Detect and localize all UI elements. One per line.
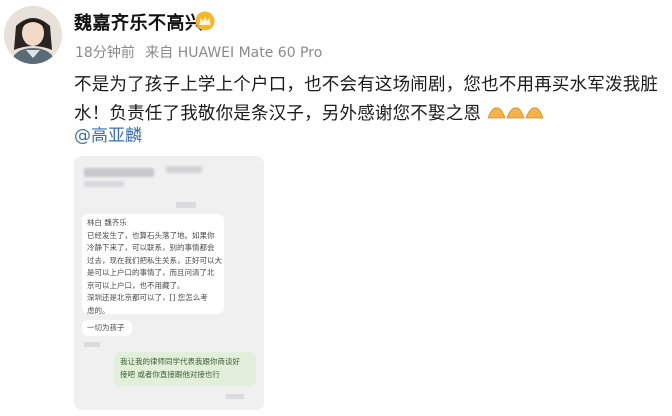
avatar[interactable] — [4, 6, 62, 64]
chat-bubble: 林白 魏齐乐 已经发生了，也算石头落了地。如果你 冷静下来了，可以联系，别的事情… — [82, 214, 224, 315]
redacted-header — [84, 181, 124, 187]
chat-message: 我让我的律师同学代表我跟你商谈好 接吧 或者你直接跟他对接也行 — [120, 357, 240, 379]
mention-link[interactable]: @高亚麟 — [74, 121, 142, 146]
read-receipt — [226, 394, 244, 399]
chat-bubble: 一切为孩子 — [82, 320, 132, 336]
chat-screenshot-image[interactable]: 林白 魏齐乐 已经发生了，也算石头落了地。如果你 冷静下来了，可以联系，别的事情… — [74, 156, 264, 410]
post-meta: 18分钟前 来自 HUAWEI Mate 60 Pro — [75, 42, 328, 62]
avatar-image — [4, 6, 62, 64]
timestamp — [176, 202, 196, 208]
post-text: 不是为了孩子上学上个户口，也不会有这场闹剧，您也不用再买水军泼我脏水！负责任了我… — [74, 75, 659, 124]
username[interactable]: 魏嘉齐乐不高兴 — [74, 9, 204, 35]
chat-bubble: 我让我的律师同学代表我跟你商谈好 接吧 或者你直接跟他对接也行 — [114, 352, 256, 386]
read-receipt — [84, 342, 100, 347]
post-time: 18分钟前 — [75, 45, 135, 61]
post-body: 不是为了孩子上学上个户口，也不会有这场闹剧，您也不用再买水军泼我脏水！负责任了我… — [74, 71, 664, 132]
redacted-header — [166, 166, 202, 173]
crown-badge-icon — [195, 11, 215, 31]
redacted-header — [84, 168, 154, 177]
chat-message: 林白 魏齐乐 已经发生了，也算石头落了地。如果你 冷静下来了，可以联系，别的事情… — [87, 218, 222, 315]
handshake-emoji-icon — [487, 103, 545, 132]
post-source[interactable]: 来自 HUAWEI Mate 60 Pro — [145, 45, 322, 61]
chat-message: 一切为孩子 — [87, 323, 125, 332]
